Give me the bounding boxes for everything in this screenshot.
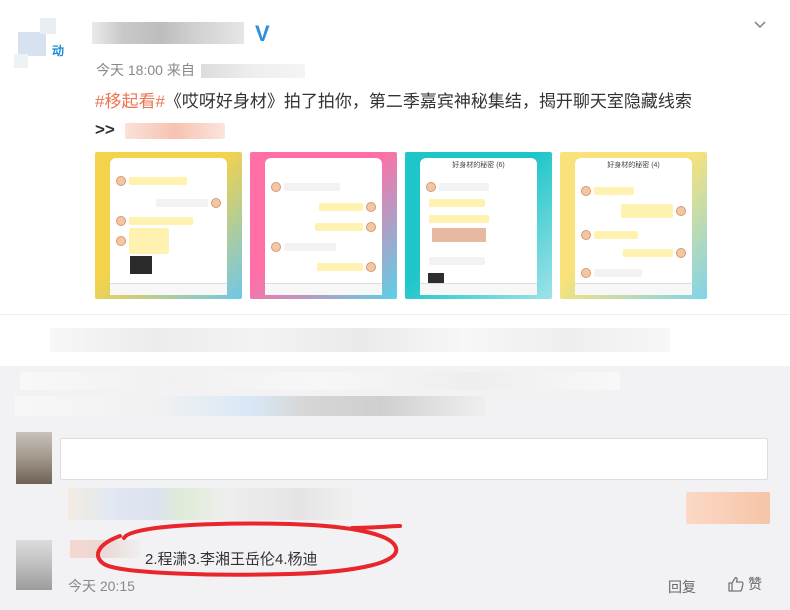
avatar-brand-text: 动	[52, 44, 65, 58]
post-time[interactable]: 今天 18:00	[96, 62, 163, 78]
like-label: 赞	[748, 576, 762, 592]
verified-badge-icon: V	[255, 21, 270, 46]
post-body: #移起看#《哎呀好身材》拍了拍你，第二季嘉宾神秘集结，揭开聊天室隐藏线索 >>	[95, 88, 775, 144]
chat-screenshot	[110, 158, 227, 295]
post-image-3[interactable]: 好身材的秘密 (6)	[405, 152, 552, 299]
chat-title: 好身材的秘密 (4)	[607, 162, 660, 169]
reply-button[interactable]: 回复	[668, 577, 696, 597]
post-meta: 今天 18:00 来自	[96, 60, 305, 80]
comment-text: 2.程潇3.李湘王岳伦4.杨迪	[145, 551, 318, 568]
commenter-name-redacted[interactable]	[70, 540, 140, 558]
divider	[0, 314, 790, 315]
thumbs-up-icon	[728, 576, 744, 592]
post-link-redacted[interactable]	[124, 122, 225, 139]
chat-screenshot: 好身材的秘密 (6)	[420, 158, 537, 295]
comment-redacted	[20, 372, 620, 390]
post-source-label: 来自	[166, 62, 195, 78]
topic-tag-link[interactable]: #移起看#	[95, 92, 165, 111]
author-avatar[interactable]	[14, 14, 74, 74]
comment-input[interactable]	[60, 438, 768, 480]
chat-title: 好身材的秘密 (6)	[452, 162, 505, 169]
author-name-redacted[interactable]	[92, 22, 244, 44]
weibo-post-page: 动 V 今天 18:00 来自 #移起看#《哎呀好身材》拍了拍你，第二季嘉宾神秘…	[0, 0, 790, 610]
chat-screenshot	[265, 158, 382, 295]
post-image-4[interactable]: 好身材的秘密 (4)	[560, 152, 707, 299]
comment-redacted	[15, 396, 485, 416]
user-avatar[interactable]	[16, 432, 52, 484]
like-button[interactable]: 赞	[727, 574, 762, 594]
post-text: 《哎呀好身材》拍了拍你，第二季嘉宾神秘集结，揭开聊天室隐藏线索	[164, 92, 692, 111]
chevron-down-icon[interactable]	[748, 14, 772, 38]
post-image-1[interactable]	[95, 152, 242, 299]
action-bar-redacted	[50, 328, 670, 352]
emoji-toolbar-redacted[interactable]	[68, 488, 358, 520]
image-grid: 好身材的秘密 (6) 好身材的秘密 (4)	[95, 152, 707, 299]
comment-time: 今天 20:15	[68, 578, 135, 594]
commenter-avatar[interactable]	[16, 540, 52, 590]
send-button[interactable]	[686, 492, 770, 524]
chat-screenshot: 好身材的秘密 (4)	[575, 158, 692, 295]
post-image-2[interactable]	[250, 152, 397, 299]
more-arrow[interactable]: >>	[95, 120, 115, 139]
post-source-redacted	[200, 64, 305, 79]
